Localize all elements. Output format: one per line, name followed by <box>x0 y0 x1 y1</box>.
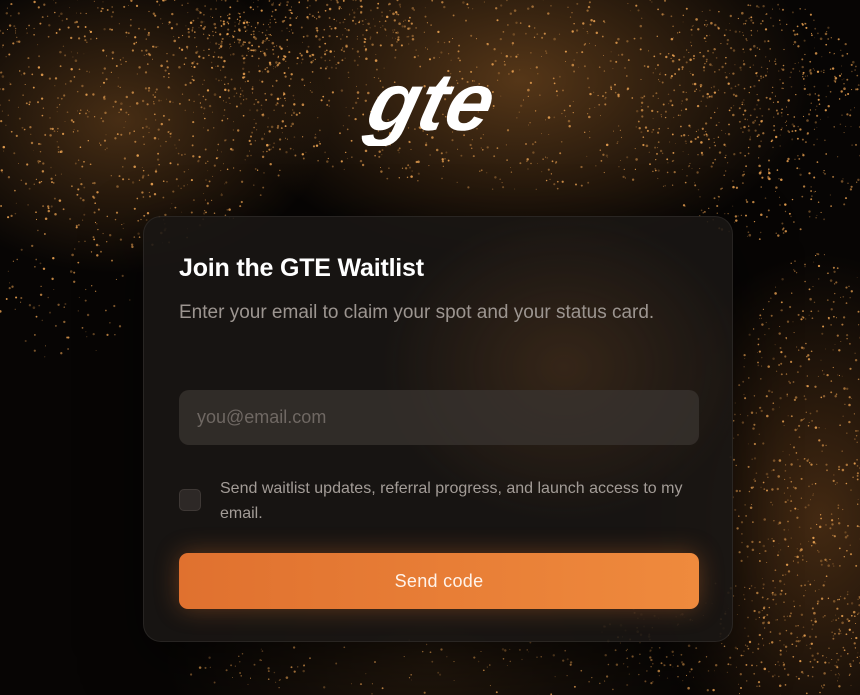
email-input[interactable] <box>179 390 699 445</box>
waitlist-card: Join the GTE Waitlist Enter your email t… <box>143 216 733 642</box>
consent-checkbox[interactable] <box>179 489 201 511</box>
card-subtitle: Enter your email to claim your spot and … <box>179 302 655 323</box>
consent-label: Send waitlist updates, referral progress… <box>220 480 683 522</box>
gte-logo: gte <box>358 70 505 146</box>
svg-text:gte: gte <box>358 70 505 146</box>
card-title: Join the GTE Waitlist <box>179 254 424 282</box>
send-code-button[interactable]: Send code <box>179 553 699 609</box>
page-background: gte Join the GTE Waitlist Enter your ema… <box>0 0 860 695</box>
